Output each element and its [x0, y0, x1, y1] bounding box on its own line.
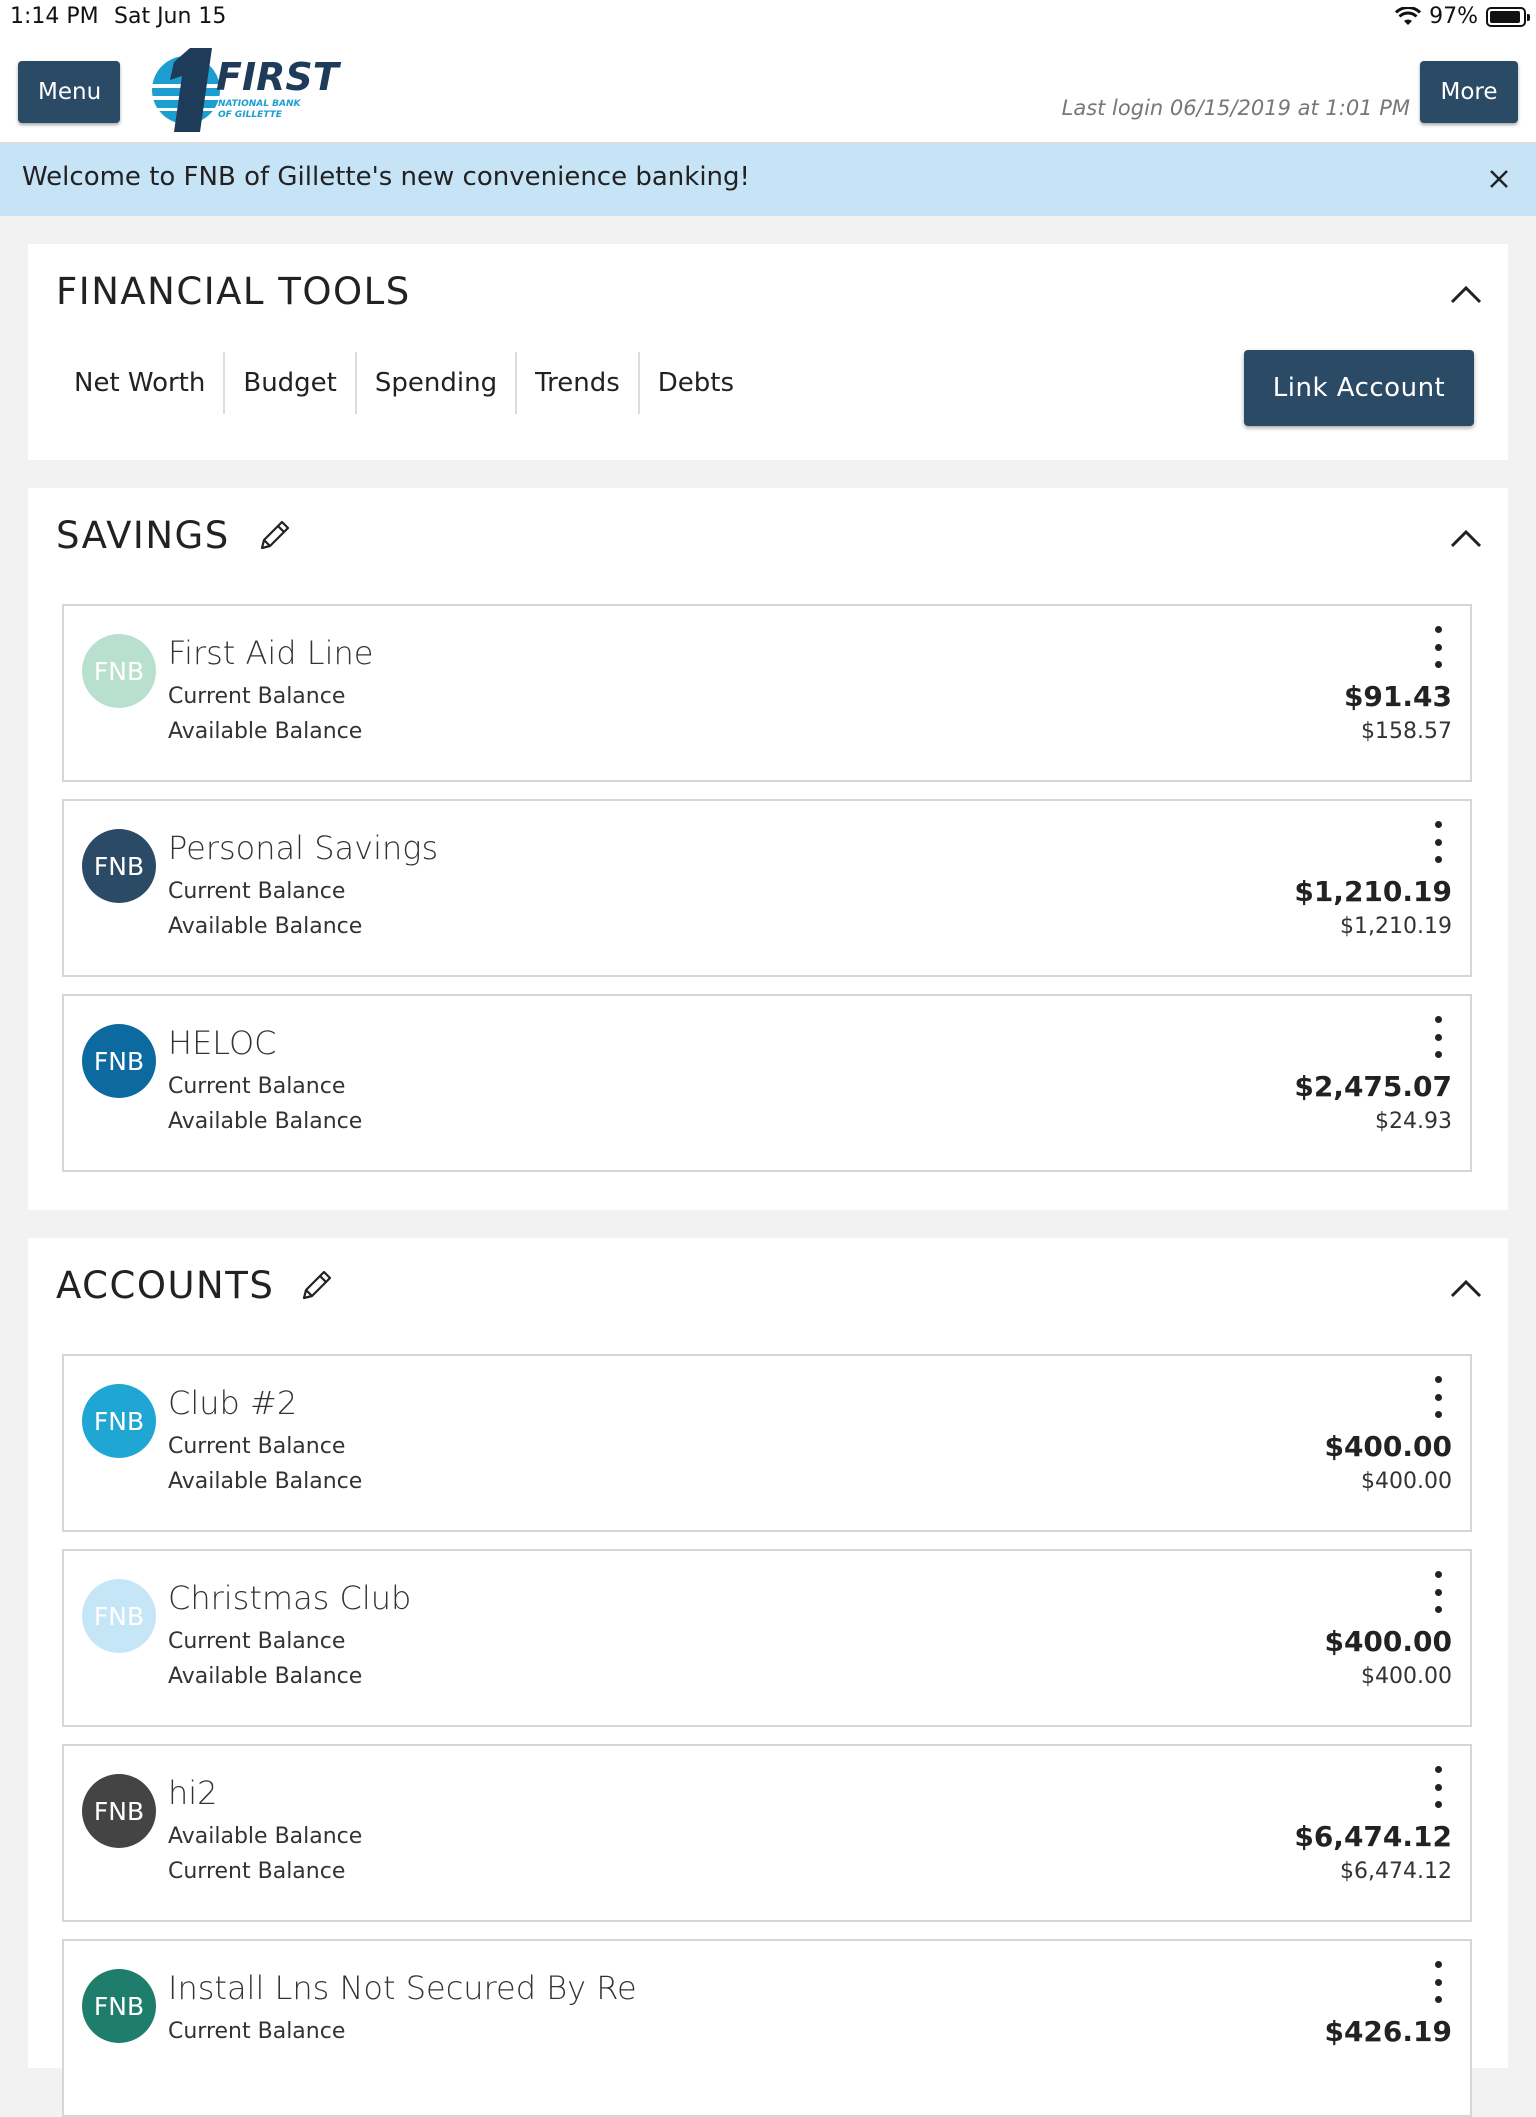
current-balance-amount: $426.19	[1324, 2015, 1452, 2048]
account-name: hi2	[168, 1774, 218, 1812]
available-balance-amount: $400.00	[1361, 1664, 1452, 1689]
battery-percent: 97%	[1429, 4, 1478, 29]
tab-spending[interactable]: Spending	[354, 352, 515, 414]
balance-label: Current Balance	[168, 1434, 346, 1459]
balance-label: Current Balance	[168, 1074, 346, 1099]
account-name: First Aid Line	[168, 634, 374, 672]
balance-label: Available Balance	[168, 719, 363, 744]
tab-trends[interactable]: Trends	[515, 352, 638, 414]
balance-label: Available Balance	[168, 1109, 363, 1134]
status-date: Sat Jun 15	[114, 4, 227, 29]
avatar: FNB	[82, 1024, 156, 1098]
account-card-first-aid-line[interactable]: FNB First Aid Line Current Balance Avail…	[62, 604, 1472, 782]
balance-label: Available Balance	[168, 1469, 363, 1494]
svg-text:OF GILLETTE: OF GILLETTE	[218, 110, 283, 120]
battery-icon	[1486, 6, 1530, 27]
available-balance-amount: $1,210.19	[1340, 914, 1452, 939]
account-name: HELOC	[168, 1024, 277, 1062]
status-right: 97%	[1395, 4, 1530, 29]
current-balance-amount: $1,210.19	[1294, 875, 1452, 908]
current-balance-amount: $91.43	[1343, 680, 1452, 713]
tools-nav: Net Worth Budget Spending Trends Debts	[56, 352, 752, 414]
chevron-up-icon[interactable]	[1442, 514, 1490, 562]
balance-label: Available Balance	[168, 1664, 363, 1689]
account-name: Install Lns Not Secured By Re	[168, 1969, 637, 2007]
avatar: FNB	[82, 634, 156, 708]
account-name: Club #2	[168, 1384, 298, 1422]
financial-tools-card: FINANCIAL TOOLS Net Worth Budget Spendin…	[28, 244, 1508, 460]
welcome-banner: Welcome to FNB of Gillette's new conveni…	[0, 144, 1536, 216]
available-balance-amount: $24.93	[1375, 1109, 1452, 1134]
wifi-icon	[1395, 6, 1422, 25]
available-balance-amount: $158.57	[1361, 719, 1452, 744]
balance-label: Current Balance	[168, 1859, 346, 1884]
kebab-icon[interactable]	[1428, 1961, 1448, 2003]
last-login-text: Last login 06/15/2019 at 1:01 PM	[1061, 96, 1410, 120]
accounts-title: ACCOUNTS	[56, 1264, 275, 1307]
banner-text: Welcome to FNB of Gillette's new conveni…	[22, 162, 750, 192]
current-balance-amount: $400.00	[1324, 1430, 1452, 1463]
kebab-icon[interactable]	[1428, 821, 1448, 863]
balance-label: Current Balance	[168, 1629, 346, 1654]
avatar: FNB	[82, 1774, 156, 1848]
current-balance-amount: $2,475.07	[1294, 1070, 1452, 1103]
balance-label: Current Balance	[168, 879, 346, 904]
kebab-icon[interactable]	[1428, 1571, 1448, 1613]
svg-text:NATIONAL BANK: NATIONAL BANK	[218, 99, 301, 109]
available-balance-amount: $400.00	[1361, 1469, 1452, 1494]
kebab-icon[interactable]	[1428, 626, 1448, 668]
account-card-install-lns[interactable]: FNB Install Lns Not Secured By Re Curren…	[62, 1939, 1472, 2117]
account-card-christmas-club[interactable]: FNB Christmas Club Current Balance Avail…	[62, 1549, 1472, 1727]
avatar: FNB	[82, 829, 156, 903]
account-name: Christmas Club	[168, 1579, 412, 1617]
savings-title: SAVINGS	[56, 514, 230, 557]
avatar: FNB	[82, 1384, 156, 1458]
balance-label: Current Balance	[168, 2019, 346, 2044]
pencil-icon[interactable]	[296, 1266, 336, 1306]
account-name: Personal Savings	[168, 829, 439, 867]
current-balance-amount: $400.00	[1324, 1625, 1452, 1658]
balance-label: Current Balance	[168, 684, 346, 709]
balance-label: Available Balance	[168, 914, 363, 939]
status-bar: 1:14 PM Sat Jun 15 97%	[0, 0, 1536, 36]
tab-net-worth[interactable]: Net Worth	[56, 352, 223, 414]
savings-card: SAVINGS FNB First Aid Line Current Balan…	[28, 488, 1508, 1210]
link-account-button[interactable]: Link Account	[1244, 350, 1474, 426]
chevron-up-icon[interactable]	[1442, 1264, 1490, 1312]
app-header: Menu FIRST NATIONAL BANK OF GILLETTE Las…	[0, 36, 1536, 144]
avatar: FNB	[82, 1969, 156, 2043]
bank-logo: FIRST NATIONAL BANK OF GILLETTE	[152, 48, 342, 132]
avatar: FNB	[82, 1579, 156, 1653]
available-balance-amount: $6,474.12	[1340, 1859, 1452, 1884]
tab-budget[interactable]: Budget	[223, 352, 355, 414]
chevron-up-icon[interactable]	[1442, 270, 1490, 318]
account-card-personal-savings[interactable]: FNB Personal Savings Current Balance Ava…	[62, 799, 1472, 977]
tab-debts[interactable]: Debts	[637, 352, 752, 414]
menu-button[interactable]: Menu	[18, 61, 120, 123]
kebab-icon[interactable]	[1428, 1016, 1448, 1058]
more-button[interactable]: More	[1420, 61, 1518, 123]
financial-tools-title: FINANCIAL TOOLS	[56, 270, 411, 313]
kebab-icon[interactable]	[1428, 1766, 1448, 1808]
kebab-icon[interactable]	[1428, 1376, 1448, 1418]
account-card-club-2[interactable]: FNB Club #2 Current Balance Available Ba…	[62, 1354, 1472, 1532]
current-balance-amount: $6,474.12	[1294, 1820, 1452, 1853]
accounts-card: ACCOUNTS FNB Club #2 Current Balance Ava…	[28, 1238, 1508, 2117]
account-card-heloc[interactable]: FNB HELOC Current Balance Available Bala…	[62, 994, 1472, 1172]
balance-label: Available Balance	[168, 1824, 363, 1849]
close-icon[interactable]	[1480, 160, 1518, 198]
pencil-icon[interactable]	[254, 516, 294, 556]
account-card-hi2[interactable]: FNB hi2 Available Balance Current Balanc…	[62, 1744, 1472, 1922]
svg-text:FIRST: FIRST	[216, 55, 342, 99]
status-time: 1:14 PM	[10, 4, 99, 29]
